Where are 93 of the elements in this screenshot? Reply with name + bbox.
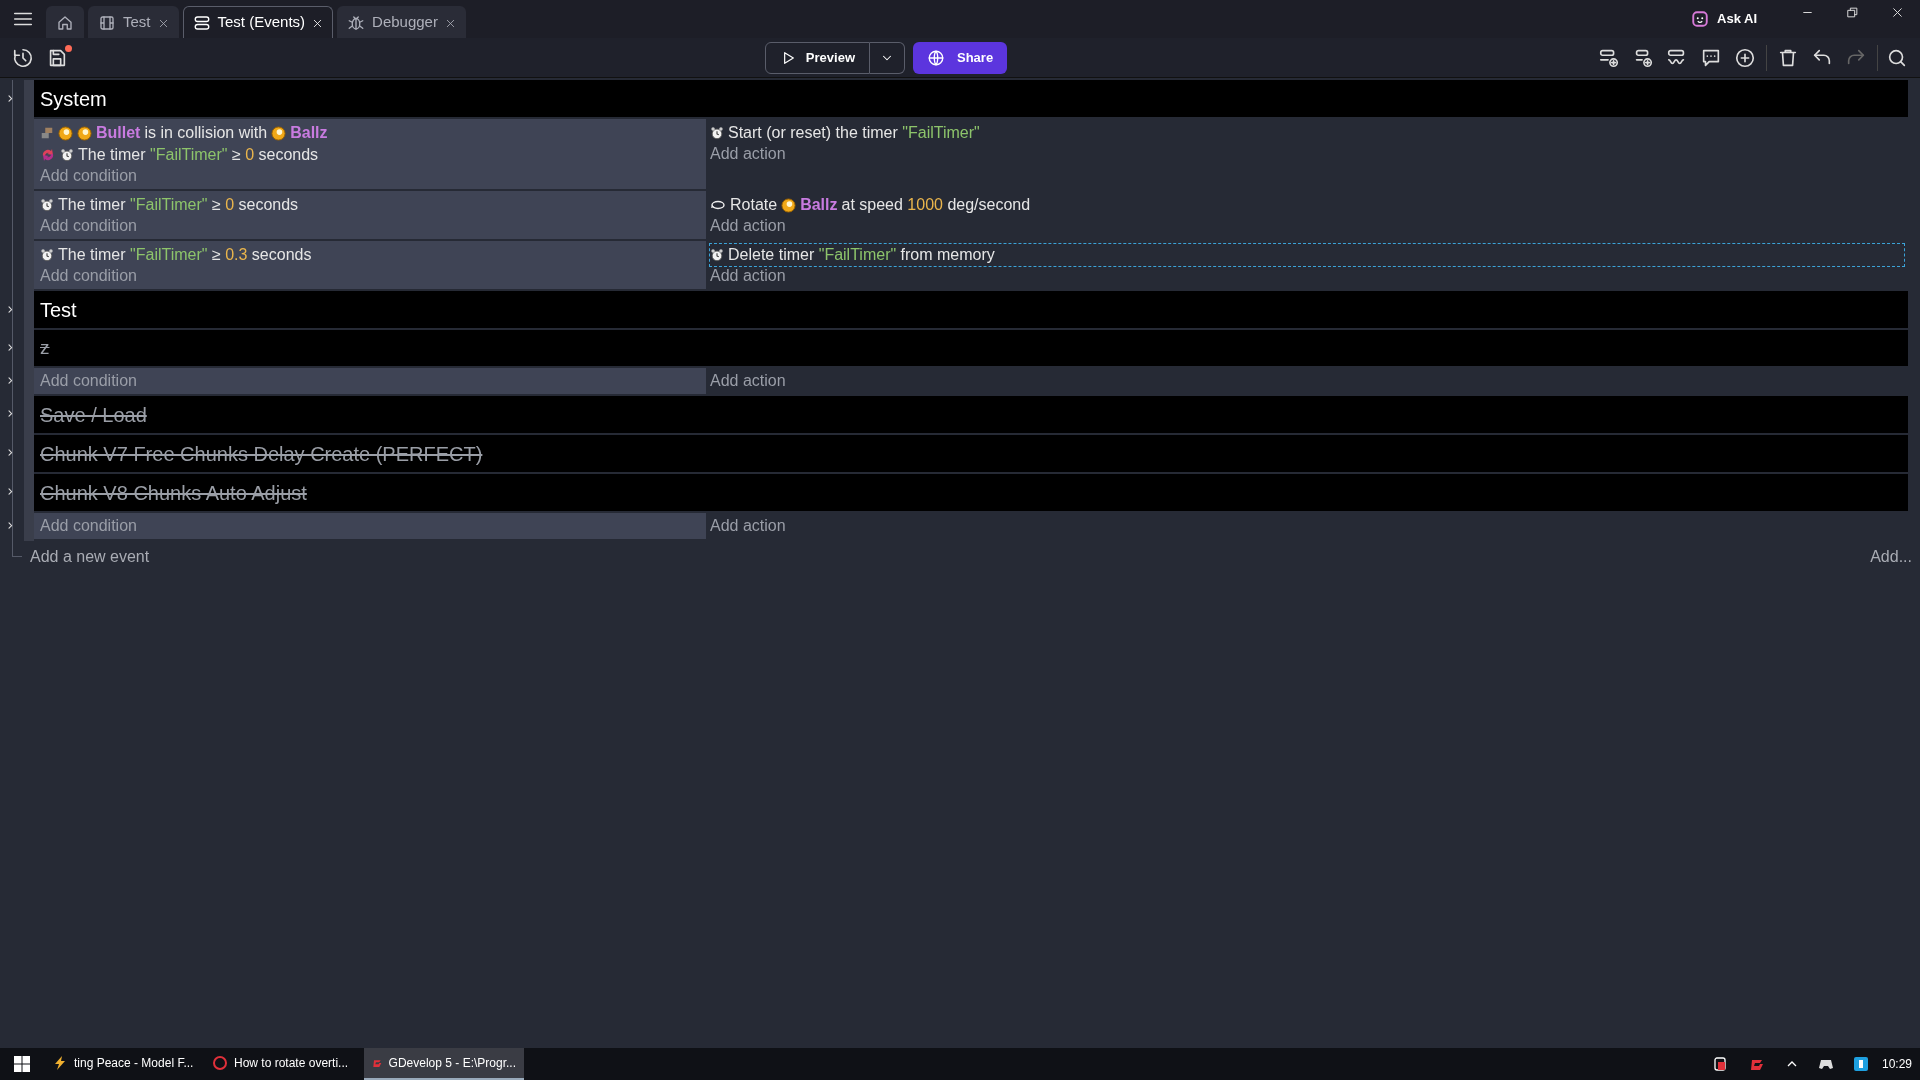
add-action-link[interactable]: Add action [710,144,786,164]
chevron-icon [6,409,15,419]
list-icon [192,13,211,32]
taskbar-app[interactable]: How to rotate overti... [204,1048,364,1080]
ask-ai-button[interactable]: Ask AI [1687,5,1761,33]
group-title: Test [34,291,1908,328]
expand-button[interactable] [6,448,15,458]
object-name: Ballz [800,195,838,215]
robot-icon [1691,10,1709,28]
action-row[interactable]: Rotate Ballz at speed 1000 deg/second [710,194,1904,216]
taskbar-app[interactable]: GDevelop 5 - E:\Progr... [364,1048,524,1080]
condition-text: The timer "FailTimer" ≥ 0 seconds [78,145,319,165]
alarm-clock-icon [710,248,724,262]
alarm-clock-icon [710,126,724,140]
tab[interactable]: Debugger [337,6,466,38]
action-text: at speed 1000 deg/second [841,195,1031,215]
chevron-icon [6,342,15,352]
clock-icon [12,46,34,69]
expand-button[interactable] [6,520,15,530]
chevron-icon [6,304,15,314]
chevron-icon [6,375,15,385]
arrows-icon [40,147,56,163]
close-icon [1891,6,1904,19]
app-tile-icon[interactable] [1853,1057,1868,1071]
preview-options-button[interactable] [870,41,905,74]
group-title: Chunk V7 Free Chunks Delay Create (PERFECT) [34,434,1908,472]
share-button[interactable]: Share [913,41,1008,74]
tab-label: Test (Events) [217,12,306,33]
ball-icon [781,197,797,213]
group-title: System [34,80,1908,117]
add-condition-link[interactable]: Add condition [40,216,137,236]
expand-button[interactable] [6,342,15,352]
add-new-event-link[interactable]: Add a new event [30,546,150,567]
group-title: z [34,330,1908,366]
add-condition-link[interactable]: Add condition [40,515,137,536]
lightning-icon [52,1055,68,1071]
action-text: Rotate [730,195,778,215]
add-action-link[interactable]: Add action [710,266,786,286]
shield-icon[interactable] [1711,1056,1728,1072]
action-row[interactable]: Delete timer "FailTimer" from memory [710,244,1904,266]
alarm-clock-icon [40,198,54,212]
close-icon [312,18,324,30]
alarm-clock-icon [40,248,54,262]
close-icon [157,18,169,30]
plus-icon [1734,46,1756,69]
tab-label: Test [123,12,151,33]
blocks-icon [40,126,54,140]
tab[interactable] [46,6,84,38]
condition-text: is in collision with [144,123,268,143]
ball-icon [271,125,287,141]
rotate-icon [710,198,726,212]
close-icon [444,18,456,30]
expand-button[interactable] [6,93,15,103]
tab[interactable]: Test [88,6,179,38]
ball-icon [58,125,73,141]
ball-icon [77,125,92,141]
tab-label: Debugger [372,12,438,33]
bug-icon [347,13,366,32]
add-condition-link[interactable]: Add condition [40,166,137,186]
add-action-link[interactable]: Add action [710,515,786,536]
group-title: Chunk V8 Chunks Auto Adjust [34,473,1908,511]
chevron-icon [6,448,15,458]
preview-button[interactable]: Preview [764,41,870,74]
add-action-link[interactable]: Add action [710,216,786,236]
tab[interactable]: Test (Events) [182,6,334,38]
chevron-icon [6,487,15,497]
taskbar-app[interactable]: ting Peace - Model F... [44,1048,204,1080]
restore-icon [1846,6,1859,19]
chevron-icon [6,93,15,103]
gamepad-icon[interactable] [1817,1058,1834,1070]
action-text: Start (or reset) the timer "FailTimer" [728,123,980,143]
chevron-icon [6,520,15,530]
film-icon [98,13,116,32]
condition-text: The timer "FailTimer" ≥ 0.3 seconds [58,245,312,265]
clock: 10:29 [1881,1056,1912,1073]
globe-icon [927,48,945,67]
ring-icon [212,1055,228,1071]
add-condition-link[interactable]: Add condition [40,266,137,286]
expand-button[interactable] [6,409,15,419]
action-row[interactable]: Start (or reset) the timer "FailTimer" [710,122,1904,144]
object-name: Ballz [290,123,328,143]
expand-button[interactable] [6,304,15,314]
condition-text: The timer "FailTimer" ≥ 0 seconds [58,195,299,215]
group-title: Save / Load [34,395,1908,433]
add-action-link[interactable]: Add action [710,370,786,391]
alarm-clock-icon [60,148,74,162]
action-text: Delete timer "FailTimer" from memory [728,245,995,265]
object-name: Bullet [96,123,141,143]
add-more-link[interactable]: Add... [1870,546,1912,567]
expand-button[interactable] [6,487,15,497]
windows-icon [14,1056,30,1072]
expand-button[interactable] [6,375,15,385]
add-condition-link[interactable]: Add condition [40,370,137,391]
